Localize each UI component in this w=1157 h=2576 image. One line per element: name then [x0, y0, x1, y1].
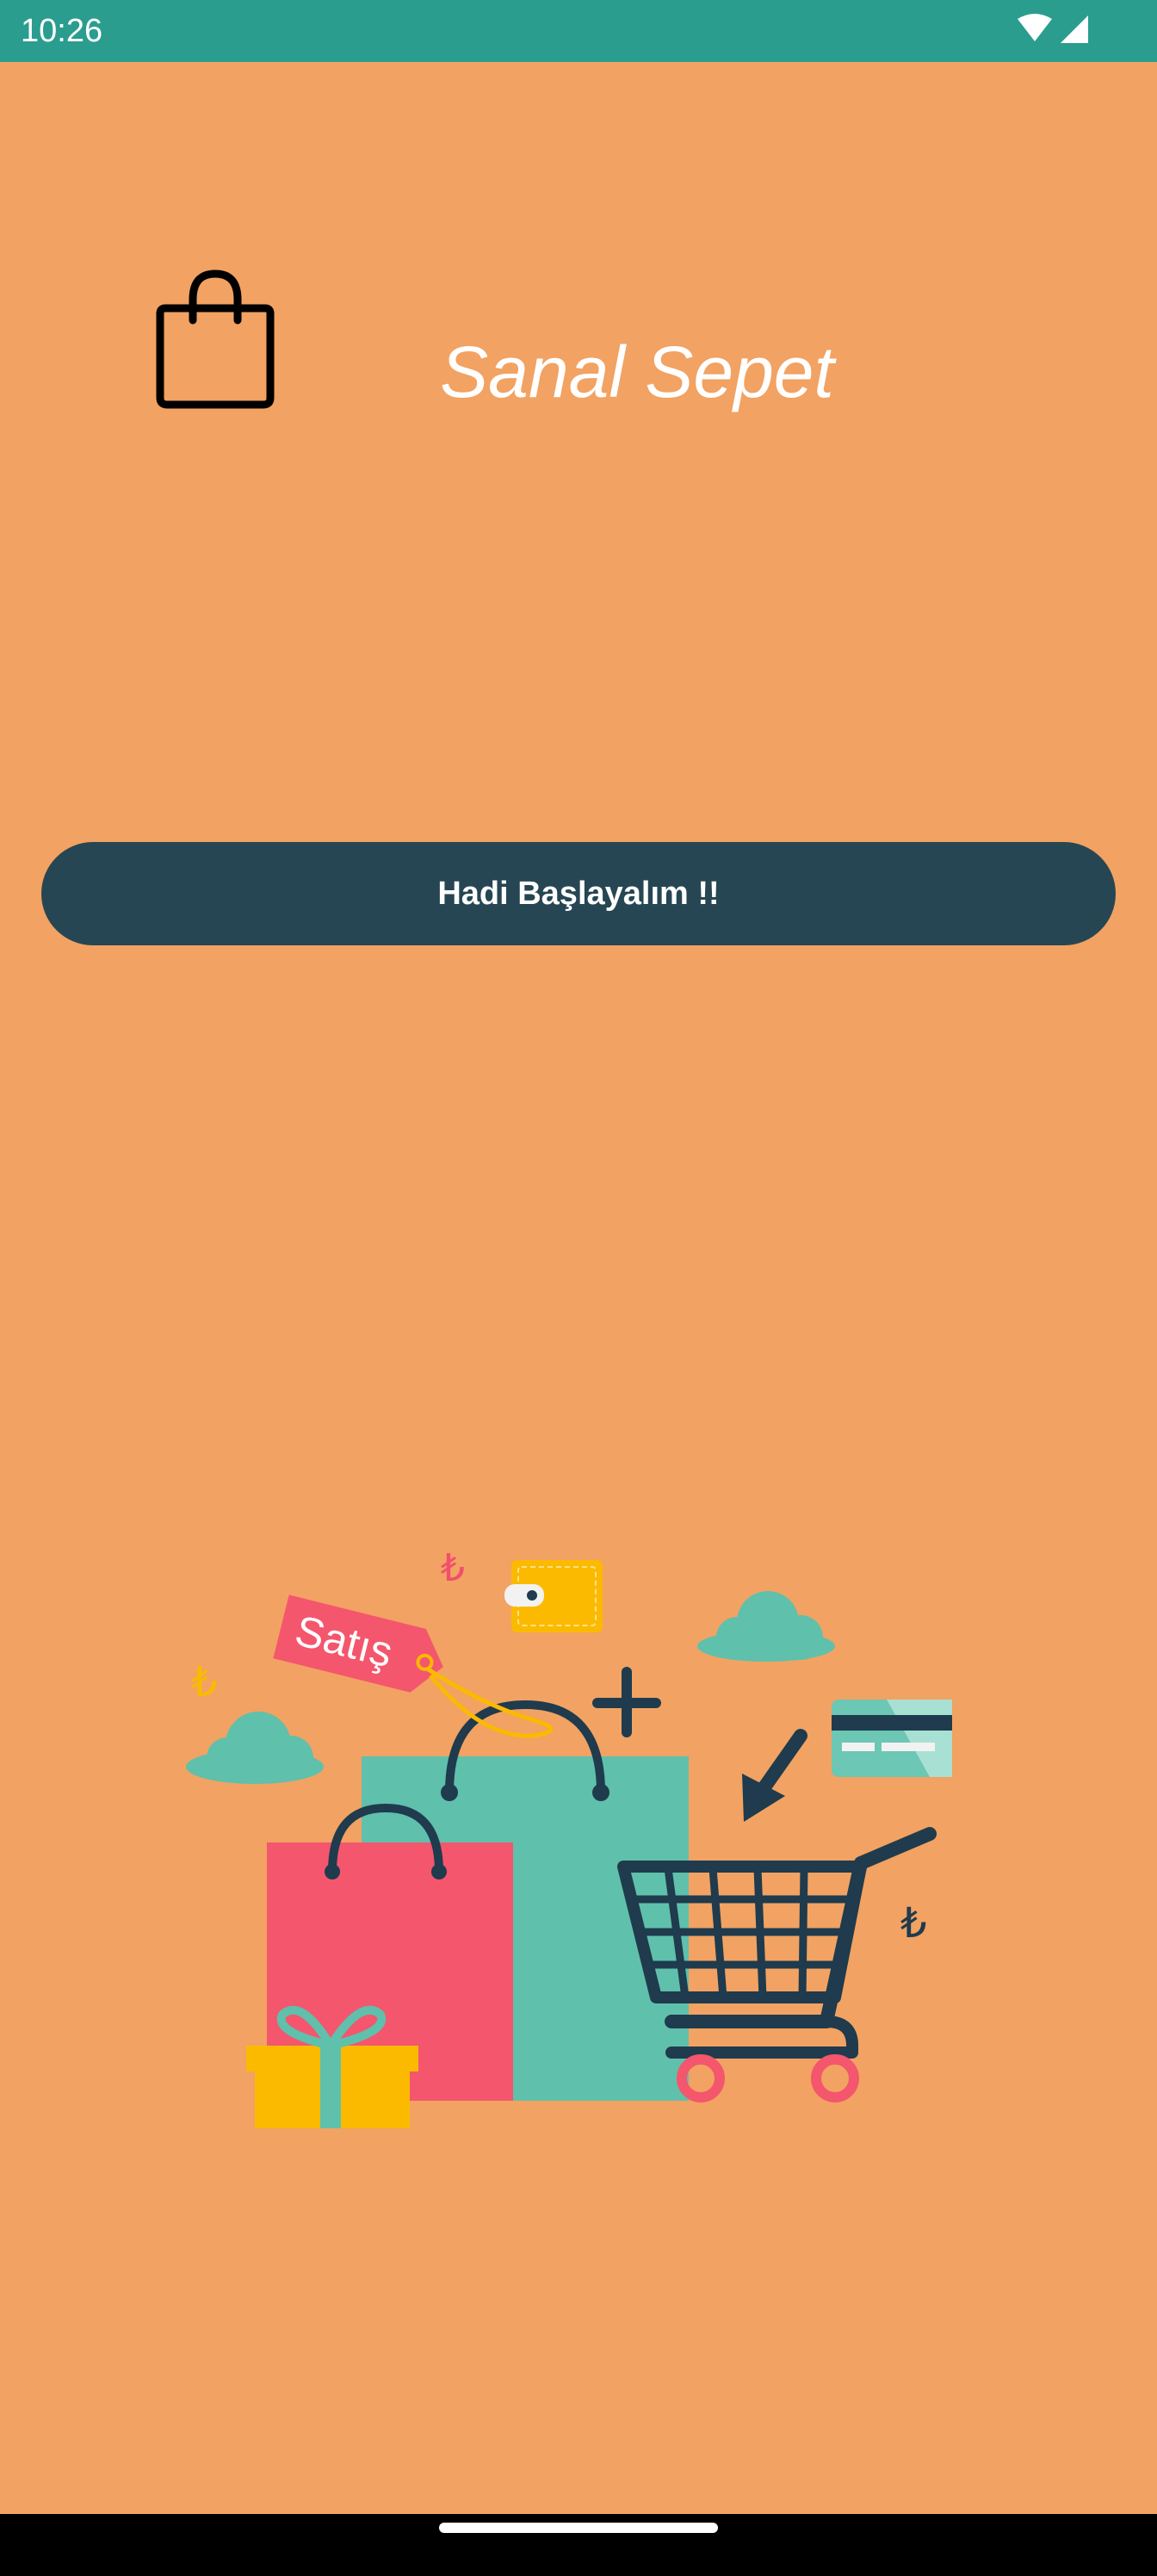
currency-symbol-left: ₺ — [191, 1658, 218, 1706]
plus-icon — [592, 1667, 661, 1737]
cloud-left-icon — [186, 1712, 324, 1784]
wifi-icon — [1018, 14, 1052, 41]
cellular-signal-icon — [1061, 15, 1088, 43]
start-button[interactable]: Hadi Başlayalım !! — [41, 842, 1116, 945]
status-bar: 10:26 — [0, 0, 1157, 62]
credit-card-icon — [832, 1700, 952, 1777]
currency-symbol-right: ₺ — [900, 1899, 927, 1947]
cloud-right-icon — [697, 1591, 835, 1662]
shopping-illustration: ₺ ₺ ₺ Satış — [172, 1533, 981, 2135]
shopping-bag-icon — [152, 267, 279, 412]
status-icons — [1016, 14, 1102, 48]
arrow-down-left-icon — [742, 1729, 807, 1822]
app-title: Sanal Sepet — [440, 331, 834, 412]
home-indicator[interactable] — [439, 2523, 718, 2533]
sale-tag: Satış — [273, 1595, 554, 1738]
status-time: 10:26 — [21, 13, 103, 49]
cart-wheels — [677, 2054, 859, 2102]
currency-symbol-top: ₺ — [441, 1546, 465, 1590]
wallet-icon — [504, 1560, 603, 1632]
